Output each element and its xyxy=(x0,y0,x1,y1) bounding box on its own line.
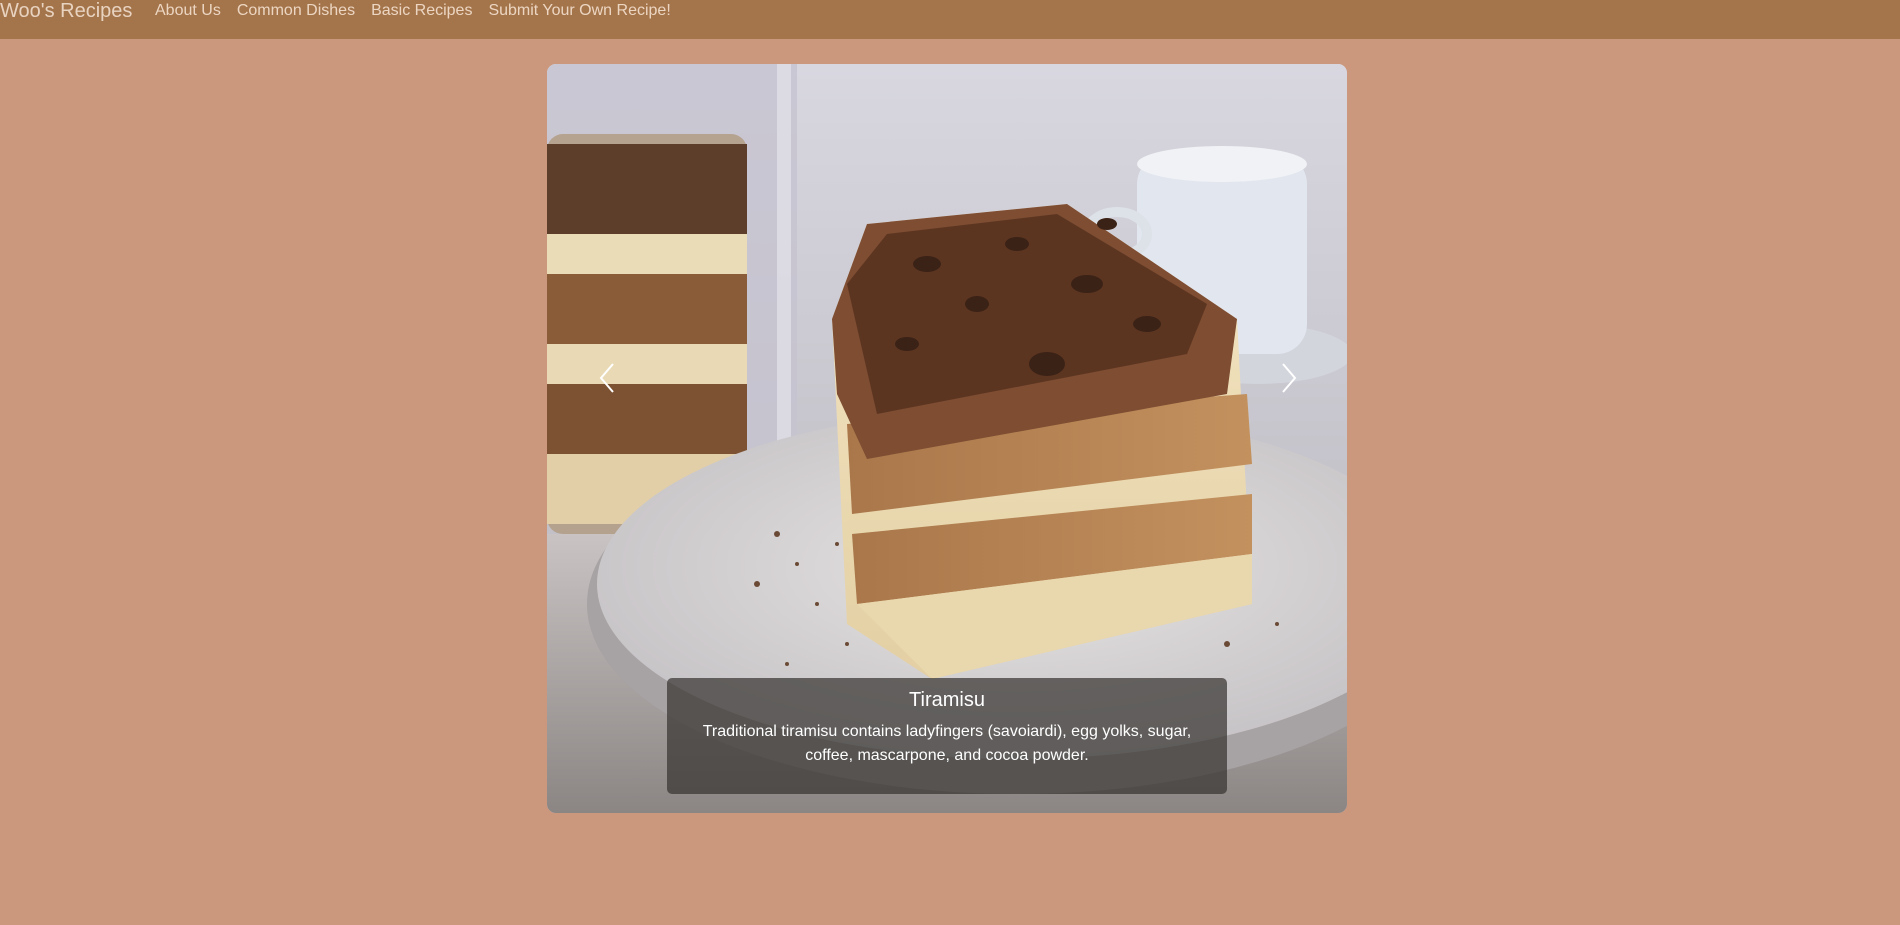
chevron-right-icon xyxy=(1282,363,1297,393)
nav-link-basic-recipes[interactable]: Basic Recipes xyxy=(371,0,472,22)
slide-title: Tiramisu xyxy=(909,689,985,711)
carousel-next-button[interactable] xyxy=(1273,360,1303,396)
recipe-carousel: Tiramisu Traditional tiramisu contains l… xyxy=(547,64,1347,813)
nav-link-common-dishes[interactable]: Common Dishes xyxy=(237,0,355,22)
nav-link-submit-recipe[interactable]: Submit Your Own Recipe! xyxy=(488,0,670,22)
carousel-prev-button[interactable] xyxy=(593,360,623,396)
slide-caption: Tiramisu Traditional tiramisu contains l… xyxy=(667,678,1227,794)
chevron-left-icon xyxy=(599,363,614,393)
nav-links: About Us Common Dishes Basic Recipes Sub… xyxy=(155,0,687,22)
nav-link-about-us[interactable]: About Us xyxy=(155,0,221,22)
brand-link[interactable]: Woo's Recipes xyxy=(0,0,132,23)
slide-description: Traditional tiramisu contains ladyfinger… xyxy=(702,723,1192,764)
top-navbar: Woo's Recipes About Us Common Dishes Bas… xyxy=(0,0,1900,39)
